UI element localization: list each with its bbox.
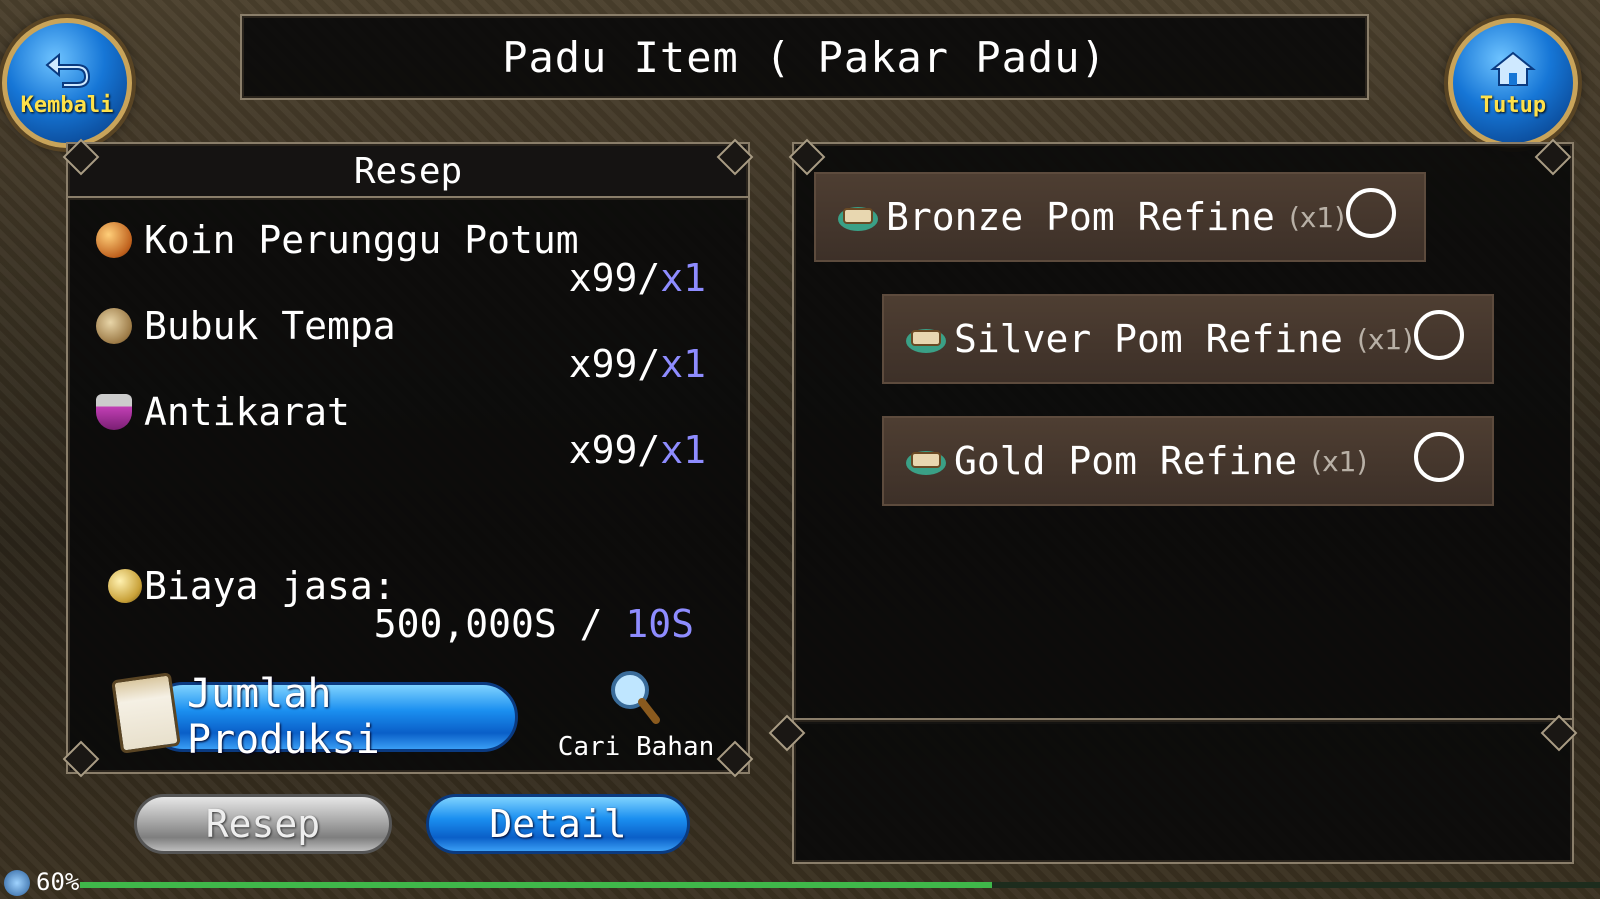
production-quantity-button[interactable]: Jumlah Produksi bbox=[148, 671, 518, 763]
select-radio[interactable] bbox=[1414, 432, 1464, 482]
material-row: Antikarat x99/x1 bbox=[96, 390, 706, 472]
tab-detail[interactable]: Detail bbox=[426, 794, 690, 854]
tab-recipe-label: Resep bbox=[205, 802, 321, 846]
select-radio[interactable] bbox=[1414, 310, 1464, 360]
back-button[interactable]: Kembali bbox=[2, 18, 132, 148]
result-quantity: (x1) bbox=[1356, 322, 1414, 356]
result-quantity: (x1) bbox=[1311, 444, 1368, 478]
result-detail-panel bbox=[792, 718, 1574, 864]
title-bar: Padu Item ( Pakar Padu) bbox=[240, 14, 1369, 100]
material-quantity: x99/x1 bbox=[568, 342, 706, 386]
material-name: Koin Perunggu Potum bbox=[144, 218, 579, 262]
result-name: Bronze Pom Refine bbox=[886, 195, 1275, 239]
material-name: Bubuk Tempa bbox=[144, 304, 396, 348]
material-name: Antikarat bbox=[144, 390, 350, 434]
close-button[interactable]: Tutup bbox=[1448, 18, 1578, 148]
home-icon bbox=[1490, 51, 1536, 86]
clipboard-pen-icon bbox=[111, 672, 181, 754]
search-materials-label: Cari Bahan bbox=[557, 732, 715, 762]
result-item-silver[interactable]: Silver Pom Refine (x1) bbox=[882, 294, 1494, 384]
back-label: Kembali bbox=[20, 92, 114, 118]
result-item-gold[interactable]: Gold Pom Refine (x1) bbox=[882, 416, 1494, 506]
material-row: Bubuk Tempa x99/x1 bbox=[96, 304, 706, 386]
powder-bag-icon bbox=[96, 308, 132, 344]
material-quantity: x99/x1 bbox=[568, 256, 706, 300]
battery-percent: 60% bbox=[36, 868, 80, 896]
bronze-coin-icon bbox=[96, 222, 132, 258]
recipe-header: Resep bbox=[66, 142, 750, 200]
material-row: Koin Perunggu Potum x99/x1 bbox=[96, 218, 706, 300]
recipe-panel: Koin Perunggu Potum x99/x1 Bubuk Tempa x… bbox=[66, 196, 750, 774]
production-quantity-label: Jumlah Produksi bbox=[187, 671, 380, 763]
magnifier-icon bbox=[611, 671, 660, 724]
select-radio[interactable] bbox=[1346, 188, 1396, 238]
result-quantity: (x1) bbox=[1288, 200, 1346, 234]
page-title: Padu Item ( Pakar Padu) bbox=[502, 32, 1107, 82]
coin-icon bbox=[108, 569, 142, 603]
status-bar: 60% bbox=[0, 868, 1600, 899]
material-quantity: x99/x1 bbox=[568, 428, 706, 472]
tab-recipe[interactable]: Resep bbox=[134, 794, 392, 854]
recipe-header-label: Resep bbox=[353, 150, 463, 192]
potion-flask-icon bbox=[96, 394, 132, 430]
fee-label: Biaya jasa: bbox=[108, 564, 396, 608]
refine-box-icon bbox=[838, 207, 878, 231]
search-materials-button[interactable]: Cari Bahan bbox=[556, 668, 716, 764]
result-name: Gold Pom Refine bbox=[954, 439, 1298, 483]
back-arrow-icon bbox=[45, 52, 91, 88]
tab-detail-label: Detail bbox=[489, 802, 627, 846]
battery-orb-icon bbox=[4, 870, 30, 896]
refine-box-icon bbox=[906, 329, 946, 353]
refine-box-icon bbox=[906, 451, 946, 475]
fee-value: 500,000S / 10S bbox=[373, 602, 694, 646]
progress-fill bbox=[80, 882, 992, 888]
result-item-bronze[interactable]: Bronze Pom Refine (x1) bbox=[814, 172, 1426, 262]
close-label: Tutup bbox=[1479, 92, 1547, 118]
result-name: Silver Pom Refine bbox=[954, 317, 1343, 361]
